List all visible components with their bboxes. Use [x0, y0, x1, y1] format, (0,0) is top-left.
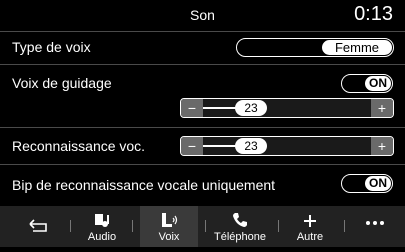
voice-type-selected-value[interactable]: Femme	[322, 40, 392, 55]
guidance-volume-stepper[interactable]: − 23 +	[180, 98, 394, 118]
sound-settings-screen: Son 0:13 Type de voix Femme Voix de guid…	[0, 0, 405, 247]
recognition-beep-toggle-state: ON	[365, 176, 391, 191]
nav-audio[interactable]: Audio	[80, 206, 124, 247]
bottom-nav-bar: Audio Voix Téléphone Autre	[0, 206, 405, 247]
page-title: Son	[190, 7, 215, 23]
clock: 0:13	[354, 3, 393, 25]
recognition-volume-plus-button[interactable]: +	[371, 137, 393, 155]
voice-type-label: Type de voix	[12, 39, 91, 55]
voice-speaker-icon	[162, 213, 178, 227]
recognition-volume-stepper[interactable]: − 23 +	[180, 136, 394, 156]
plus-icon	[304, 215, 316, 227]
back-arrow-icon	[29, 219, 47, 232]
more-dots-icon	[366, 221, 384, 225]
nav-voice-label: Voix	[158, 231, 180, 243]
divider	[0, 127, 405, 128]
music-note-icon	[95, 214, 109, 227]
phone-icon	[233, 213, 247, 227]
recognition-volume-minus-button[interactable]: −	[181, 137, 203, 155]
divider	[0, 164, 405, 165]
guidance-volume-plus-button[interactable]: +	[371, 99, 393, 117]
more-button[interactable]	[355, 206, 395, 247]
nav-separator	[278, 220, 279, 232]
nav-separator	[70, 220, 71, 232]
nav-separator	[132, 220, 133, 232]
nav-voice[interactable]: Voix	[140, 206, 198, 247]
nav-audio-label: Audio	[87, 231, 117, 243]
nav-other[interactable]: Autre	[288, 206, 332, 247]
divider	[0, 64, 405, 65]
recognition-beep-label: Bip de reconnaissance vocale uniquement	[12, 177, 276, 193]
nav-phone[interactable]: Téléphone	[208, 206, 272, 247]
recognition-volume-value[interactable]: 23	[235, 138, 267, 154]
guidance-voice-toggle-state: ON	[365, 76, 391, 91]
guidance-volume-value[interactable]: 23	[235, 100, 267, 116]
back-button[interactable]	[16, 206, 60, 247]
recognition-beep-toggle[interactable]: ON	[341, 174, 393, 193]
voice-type-selector[interactable]: Femme	[236, 38, 394, 57]
guidance-volume-minus-button[interactable]: −	[181, 99, 203, 117]
nav-other-label: Autre	[296, 231, 324, 243]
voice-recognition-label: Reconnaissance voc.	[12, 138, 146, 154]
nav-phone-label: Téléphone	[214, 231, 266, 243]
header: Son 0:13	[0, 0, 405, 30]
nav-separator	[205, 220, 206, 232]
nav-separator	[344, 220, 345, 232]
guidance-voice-label: Voix de guidage	[12, 75, 112, 91]
divider	[0, 31, 405, 32]
guidance-voice-toggle[interactable]: ON	[341, 74, 393, 93]
